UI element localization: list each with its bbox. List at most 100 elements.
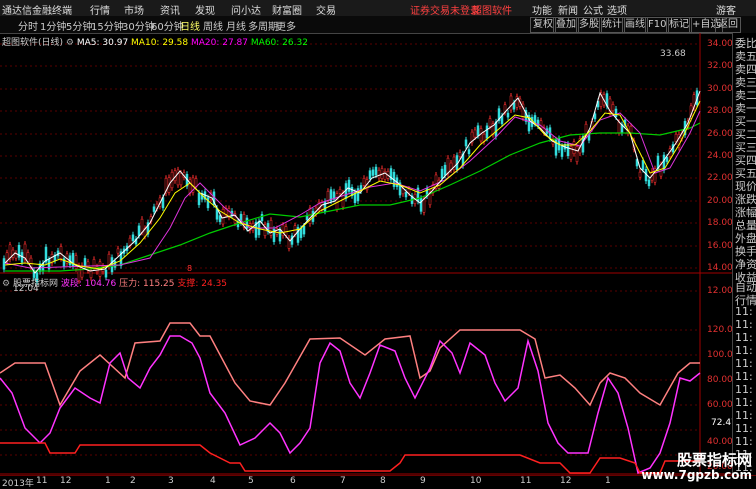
axis-label: 14.00 [707, 263, 733, 273]
axis-label: 60.00 [707, 400, 733, 410]
app-title: 通达信金融终端 [2, 6, 72, 17]
candle-body [506, 112, 510, 118]
period-15min[interactable]: 15分钟 [91, 18, 124, 33]
month-label: 4 [210, 476, 216, 486]
axis-label: 22.00 [707, 173, 733, 183]
ma10-label: MA10: 29.58 [131, 38, 189, 48]
candle-body [284, 226, 288, 236]
chart-title: 超图软件(日线) [2, 38, 64, 48]
period-60min[interactable]: 60分钟 [151, 18, 184, 33]
ma5-label: MA5: 30.97 [76, 38, 129, 48]
candle-body [362, 178, 366, 186]
menu-wealth[interactable]: 财富圈 [272, 2, 302, 17]
candle-body [665, 157, 669, 162]
tick-time-label: 11: [735, 409, 753, 422]
period-multi[interactable]: 多周期 [248, 18, 278, 33]
period-intraday[interactable]: 分时 [18, 18, 38, 33]
period-monthly[interactable]: 月线 [226, 18, 246, 33]
candle-body [137, 225, 141, 236]
main-chart-legend: 超图软件(日线) ⚙ MA5: 30.97 MA10: 29.58 MA20: … [2, 35, 308, 48]
back-button[interactable]: 返回 [715, 17, 741, 33]
candle-body [116, 248, 120, 254]
period-toolbar: 分时 1分钟 5分钟 15分钟 30分钟 60分钟 日线 周线 月线 多周期 更… [0, 16, 756, 34]
axis-label: 16.00 [707, 241, 733, 251]
candle-body [326, 190, 330, 202]
period-30min[interactable]: 30分钟 [122, 18, 155, 33]
menu-function[interactable]: 功能 [532, 2, 552, 17]
menu-options[interactable]: 选项 [607, 2, 627, 17]
pressure-label: 压力: 115.25 [119, 279, 175, 289]
menu-formula[interactable]: 公式 [583, 2, 603, 17]
month-label: 11 [520, 476, 532, 486]
tick-time-label: 11: [735, 305, 753, 318]
candle-body [572, 141, 576, 154]
menu-market[interactable]: 市场 [124, 2, 144, 17]
year-label: 2013年 [2, 479, 34, 489]
candle-body [323, 201, 327, 212]
wave-label: 波段: 104.76 [60, 279, 117, 289]
candle-body [374, 166, 378, 176]
tick-time-label: 11: [735, 383, 753, 396]
ma20-label: MA20: 27.87 [190, 38, 249, 48]
candle-body [338, 189, 342, 194]
candle-body [59, 246, 63, 259]
tick-time-label: 11: [735, 344, 753, 357]
candle-body [566, 143, 570, 157]
candle-body [647, 179, 651, 187]
menu-trade[interactable]: 交易 [316, 2, 336, 17]
support-line [0, 442, 700, 474]
candle-body [446, 157, 450, 175]
candle-body [23, 243, 27, 260]
candle-body [221, 208, 225, 225]
chart-marker: 8 [187, 264, 192, 273]
tick-time-label: 11: [735, 435, 753, 448]
candle-body [92, 259, 96, 268]
period-5min[interactable]: 5分钟 [66, 18, 92, 33]
settings-icon[interactable]: ⚙ [66, 38, 74, 48]
menu-guest[interactable]: 游客 [716, 2, 736, 17]
tick-time-label: 11: [735, 422, 753, 435]
candle-body [638, 171, 642, 178]
candlestick-series [2, 87, 699, 286]
candle-body [152, 206, 156, 212]
month-label: 8 [380, 476, 386, 486]
candle-body [278, 229, 282, 242]
menu-news[interactable]: 资讯 [160, 2, 180, 17]
watermark-url: www.7gpzb.com [641, 468, 752, 482]
company-name: 超图软件 [472, 6, 512, 17]
candle-body [260, 214, 264, 222]
period-daily[interactable]: 日线 [180, 18, 200, 33]
month-label: 1 [105, 476, 111, 486]
axis-label: 28.00 [707, 106, 733, 116]
candle-body [308, 207, 312, 224]
axis-label: 12.00 [707, 286, 733, 296]
candle-body [299, 228, 303, 238]
candle-body [197, 192, 201, 206]
candle-body [407, 188, 411, 194]
candle-body [377, 169, 381, 179]
period-weekly[interactable]: 周线 [203, 18, 223, 33]
candle-body [473, 129, 477, 138]
month-label: 6 [290, 476, 296, 486]
axis-label: 80.00 [707, 375, 733, 385]
menu-ask[interactable]: 问小达 [231, 2, 261, 17]
period-1min[interactable]: 1分钟 [40, 18, 66, 33]
candle-body [458, 152, 462, 157]
menu-news-right[interactable]: 新闻 [558, 2, 578, 17]
login-notice[interactable]: 证券交易未登录 [410, 2, 480, 17]
chart-area[interactable]: 12.04 33.68 8 72.47 [0, 33, 732, 475]
candle-body [614, 108, 618, 117]
candle-body [347, 179, 351, 192]
candle-body [131, 234, 135, 242]
candle-body [560, 145, 564, 157]
period-more[interactable]: 更多 [276, 18, 296, 33]
quote-side-panel: 委比 卖五 卖四 卖三 卖二 卖一 买一 买二 买三 买四 买五 现价 涨跌 涨幅 总量 外盘 换手 净资 收益 自动… [732, 33, 756, 475]
settings-icon[interactable]: ⚙ [2, 279, 10, 289]
axis-label: 26.00 [707, 129, 733, 139]
candle-body [419, 197, 423, 212]
candle-body [404, 191, 408, 198]
indicator-legend: ⚙ 股票指标网 波段: 104.76 压力: 115.25 支撑: 24.35 [2, 276, 227, 289]
menu-quotes[interactable]: 行情 [90, 2, 110, 17]
menu-discover[interactable]: 发现 [195, 2, 215, 17]
candle-body [302, 225, 306, 235]
